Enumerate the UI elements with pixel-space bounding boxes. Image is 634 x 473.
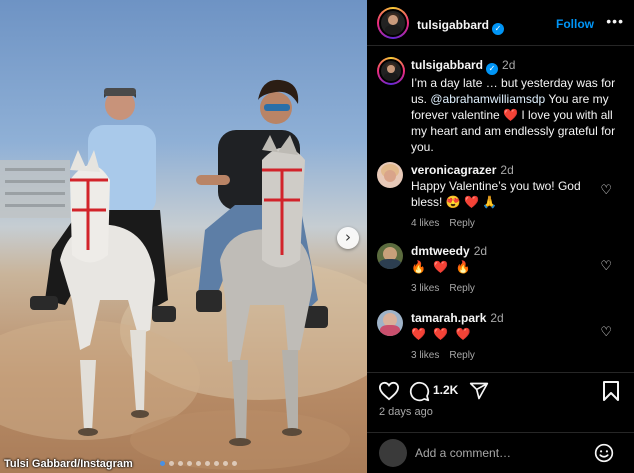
post-caption: tulsigabbard ✓ 2d I’m a day late … but yes… (411, 57, 626, 155)
comment-likes[interactable]: 3 likes (411, 283, 439, 294)
comment-like-heart-icon[interactable]: ♡ (600, 259, 612, 274)
comment-avatar[interactable] (377, 162, 403, 188)
post-actions: 1.2K 2 days ago (367, 372, 634, 432)
comment-likes[interactable]: 3 likes (411, 350, 439, 361)
comment-time: 2d (490, 311, 504, 325)
carousel-dot (160, 461, 165, 466)
verified-badge-icon: ✓ (492, 23, 505, 35)
caption-username[interactable]: tulsigabbard (411, 58, 483, 72)
carousel-dot (205, 461, 210, 466)
carousel-dot (196, 461, 201, 466)
comments-scroll-area[interactable]: tulsigabbard ✓ 2d I’m a day late … but yes… (367, 47, 634, 372)
post-header: tulsigabbard ✓ Follow ••• (367, 0, 634, 46)
caption-avatar[interactable] (377, 57, 405, 85)
caption-mention-link[interactable]: @abrahamwilliamsdp (430, 92, 545, 106)
comment-username[interactable]: veronicagrazer (411, 163, 496, 177)
post-photo[interactable]: › Tulsi Gabbard/Instagram (0, 0, 367, 473)
carousel-dot (214, 461, 219, 466)
more-options-icon[interactable]: ••• (606, 13, 624, 29)
comment-text: 🔥 ❤️ 🔥 (411, 260, 473, 274)
caption-time: 2d (502, 58, 516, 72)
comment-bubble-icon[interactable] (409, 381, 430, 402)
comment-reply-button[interactable]: Reply (449, 283, 475, 294)
comment-username[interactable]: dmtweedy (411, 244, 470, 258)
comment-item: dmtweedy 2d 🔥 ❤️ 🔥 3 likes Reply (411, 243, 601, 297)
post-panel: tulsigabbard ✓ Follow ••• tulsigabbard ✓ 2d… (367, 0, 634, 473)
comment-text: Happy Valentine’s you two! God bless! 😍 … (411, 179, 581, 209)
follow-button[interactable]: Follow (556, 17, 594, 31)
photo-credit: Tulsi Gabbard/Instagram (4, 458, 133, 470)
viewer-avatar (379, 439, 407, 467)
comment-reply-button[interactable]: Reply (449, 218, 475, 229)
comment-like-heart-icon[interactable]: ♡ (600, 325, 612, 340)
carousel-dot (223, 461, 228, 466)
comment-time: 2d (473, 244, 488, 258)
carousel-next-button[interactable]: › (337, 227, 359, 249)
comment-text: ❤️ ❤️ ❤️ (411, 327, 473, 341)
comment-item: tamarah.park 2d ❤️ ❤️ ❤️ 3 likes Reply (411, 310, 601, 364)
author-avatar[interactable] (377, 7, 409, 39)
verified-badge-icon: ✓ (486, 63, 499, 75)
save-bookmark-icon[interactable] (603, 381, 619, 401)
carousel-dots (160, 461, 237, 466)
like-heart-icon[interactable] (378, 381, 400, 401)
comment-time: 2d (500, 163, 514, 177)
share-send-icon[interactable] (469, 381, 489, 401)
comment-like-heart-icon[interactable]: ♡ (600, 183, 612, 198)
carousel-dot (169, 461, 174, 466)
author-username[interactable]: tulsigabbard (417, 18, 489, 32)
comment-item: veronicagrazer 2d Happy Valentine’s you t… (411, 162, 601, 232)
comment-avatar[interactable] (377, 243, 403, 269)
emoji-smile-icon[interactable] (594, 443, 614, 463)
post-timestamp[interactable]: 2 days ago (379, 406, 433, 418)
comment-likes[interactable]: 4 likes (411, 218, 439, 229)
comment-username[interactable]: tamarah.park (411, 311, 486, 325)
carousel-dot (232, 461, 237, 466)
carousel-dot (178, 461, 183, 466)
add-comment-bar: Add a comment… (367, 432, 634, 473)
add-comment-input[interactable]: Add a comment… (415, 446, 511, 460)
carousel-dot (187, 461, 192, 466)
riders-illustration (0, 79, 367, 470)
comment-reply-button[interactable]: Reply (449, 350, 475, 361)
comment-count[interactable]: 1.2K (433, 383, 458, 397)
comment-avatar[interactable] (377, 310, 403, 336)
